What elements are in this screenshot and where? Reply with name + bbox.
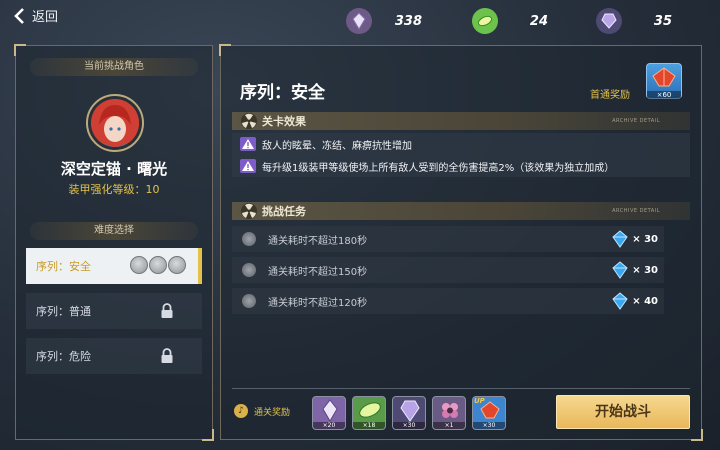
purple-crystal-icon	[322, 399, 338, 422]
difficulty-label: 难度选择	[30, 222, 198, 240]
radiation-icon	[241, 113, 257, 129]
purple-gem-icon	[400, 400, 420, 422]
task-text: 通关耗时不超过120秒	[268, 297, 368, 309]
resource-value: 338	[394, 13, 422, 29]
medal-icon	[242, 263, 256, 277]
archive-detail-label: ARCHIVE DETAIL	[612, 118, 660, 124]
reward-item[interactable]: ×18	[352, 396, 386, 430]
clear-reward-label: ♪ 通关奖励	[234, 404, 290, 418]
blue-crystal-icon	[612, 292, 628, 310]
reward-count: × 30	[632, 233, 658, 245]
resource-value: 24	[529, 13, 548, 29]
item-count: ×18	[353, 422, 385, 429]
difficulty-label-text: 序列：危险	[36, 350, 91, 363]
pink-flower-icon	[442, 403, 458, 418]
effects-header-text: 关卡效果	[262, 115, 306, 128]
task-text: 通关耗时不超过150秒	[268, 266, 368, 278]
task-text: 通关耗时不超过180秒	[268, 235, 368, 247]
difficulty-safe[interactable]: 序列：安全	[26, 248, 202, 284]
difficulty-label-text: 序列：普通	[36, 305, 91, 318]
resource-purple-gem: 35	[596, 8, 672, 34]
reward-count: × 40	[632, 295, 658, 307]
chevron-left-icon	[14, 7, 24, 24]
medal-group	[130, 256, 186, 274]
lock-icon	[161, 348, 173, 363]
green-disc-icon	[467, 3, 503, 39]
tasks-header: 挑战任务 ARCHIVE DETAIL	[232, 202, 690, 220]
blue-crystal-icon	[612, 230, 628, 248]
back-label: 返回	[32, 10, 59, 25]
task-row: 通关耗时不超过150秒 × 30	[232, 257, 664, 283]
divider	[232, 388, 690, 389]
item-count: ×30	[393, 422, 425, 429]
effect-item: 每升级1级装甲等级使场上所有敌人受到的全伤害提高2%（该效果为独立加成）	[232, 155, 690, 177]
item-count: ×30	[473, 422, 505, 429]
archive-detail-label: ARCHIVE DETAIL	[612, 208, 660, 214]
red-crystal-icon	[652, 67, 676, 87]
item-count: ×60	[647, 91, 681, 99]
avatar	[91, 99, 139, 147]
item-count: ×1	[433, 422, 465, 429]
character-name: 深空定锚 · 曙光	[60, 160, 168, 178]
task-reward[interactable]: × 30	[611, 230, 658, 248]
reward-count: × 30	[632, 264, 658, 276]
reward-item[interactable]: ×1	[432, 396, 466, 430]
reward-item[interactable]: UP ×30	[472, 396, 506, 430]
first-clear-reward-label: 首通奖励	[590, 90, 630, 101]
effect-text: 每升级1级装甲等级使场上所有敌人受到的全伤害提高2%（该效果为独立加成）	[262, 162, 615, 174]
medal-icon	[168, 256, 186, 274]
up-badge: UP	[474, 397, 485, 405]
clear-reward-text: 通关奖励	[254, 407, 291, 418]
medal-icon	[130, 256, 148, 274]
lock-icon	[161, 303, 173, 318]
green-disc-icon	[359, 402, 381, 418]
current-challenger-label: 当前挑战角色	[30, 58, 198, 76]
task-row: 通关耗时不超过180秒 × 30	[232, 226, 664, 252]
back-button[interactable]: 返回	[14, 6, 58, 25]
armor-level: 装甲强化等级：10	[68, 183, 160, 196]
warning-icon	[240, 159, 256, 173]
resource-green-disc: 24	[467, 3, 548, 39]
difficulty-label-text: 序列：安全	[36, 260, 91, 273]
effects-header: 关卡效果 ARCHIVE DETAIL	[232, 112, 690, 130]
difficulty-danger[interactable]: 序列：危险	[26, 338, 202, 374]
top-bar: 返回 338 24 35	[0, 0, 720, 39]
stage-title: 序列：安全	[240, 83, 325, 103]
task-row: 通关耗时不超过120秒 × 40	[232, 288, 664, 314]
task-reward[interactable]: × 40	[611, 292, 658, 310]
resource-purple-crystal: 338	[346, 8, 422, 34]
item-count: ×20	[313, 422, 345, 429]
medal-icon	[149, 256, 167, 274]
medal-icon	[242, 232, 256, 246]
blue-crystal-icon	[612, 261, 628, 279]
purple-gem-icon	[596, 8, 622, 34]
radiation-icon	[241, 203, 257, 219]
resource-value: 35	[653, 13, 672, 29]
reward-item[interactable]: ×30	[392, 396, 426, 430]
tasks-header-text: 挑战任务	[262, 205, 306, 218]
effect-item: 敌人的眩晕、冻结、麻痹抗性增加	[232, 133, 690, 155]
reward-item[interactable]: ×20	[312, 396, 346, 430]
medal-icon	[242, 294, 256, 308]
start-battle-button[interactable]: 开始战斗	[556, 395, 690, 429]
first-clear-reward-item[interactable]: ×60	[646, 63, 682, 99]
effect-text: 敌人的眩晕、冻结、麻痹抗性增加	[262, 140, 412, 152]
character-avatar[interactable]	[86, 94, 144, 152]
purple-crystal-icon	[346, 8, 372, 34]
warning-icon	[240, 137, 256, 151]
difficulty-normal[interactable]: 序列：普通	[26, 293, 202, 329]
music-note-icon: ♪	[234, 404, 248, 418]
task-reward[interactable]: × 30	[611, 261, 658, 279]
